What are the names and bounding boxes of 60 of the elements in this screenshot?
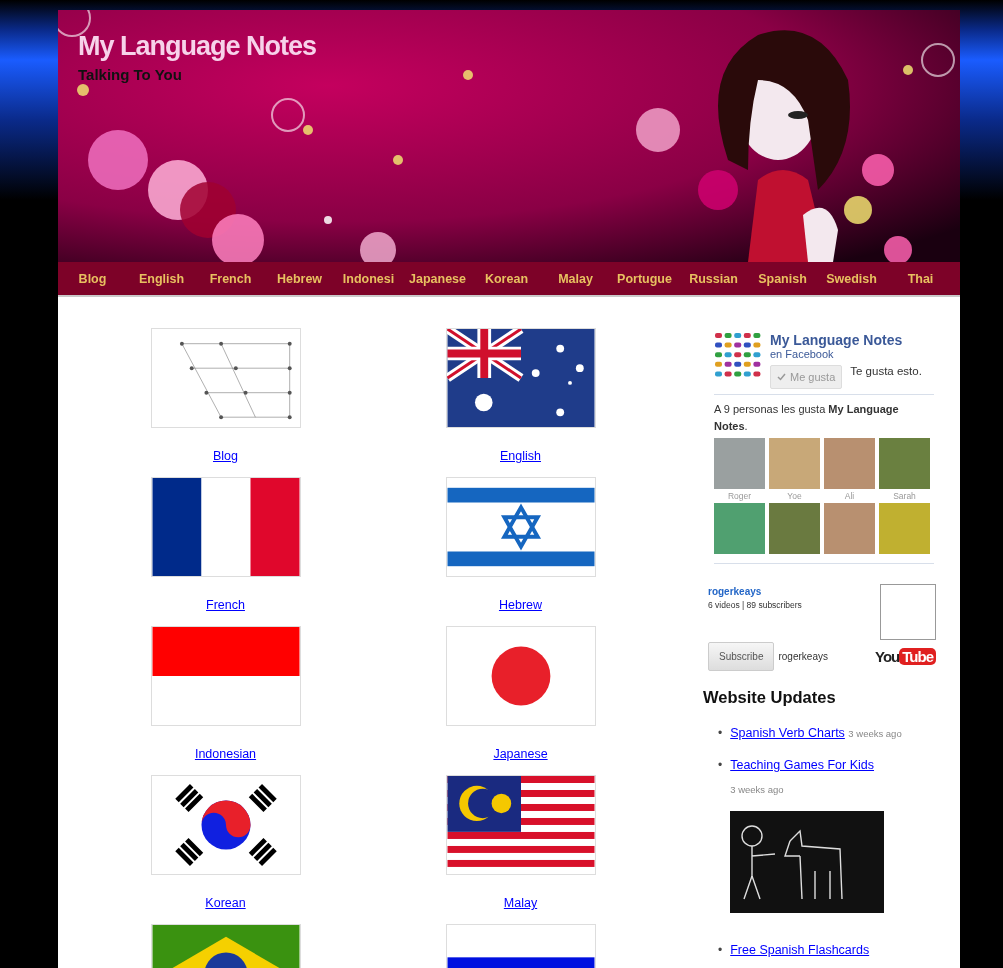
bullet-mark: • (718, 757, 723, 775)
language-link[interactable]: Blog (213, 447, 238, 465)
update-time: 3 weeks ago (730, 783, 785, 797)
nav-link[interactable]: Indonesi (334, 262, 403, 295)
site-tagline: Talking To You (78, 65, 182, 85)
photo-placeholder (879, 503, 930, 554)
channel-name: rogerkeays (778, 649, 828, 664)
flag-drawing[interactable] (445, 775, 596, 875)
language-link[interactable]: English (500, 447, 541, 465)
language-link[interactable]: Japanese (493, 745, 548, 763)
photo-placeholder (714, 503, 765, 554)
youtube-logo: You Tube (875, 648, 936, 665)
bullet-mark: • (718, 942, 723, 960)
nav-link[interactable]: Korean (472, 262, 541, 295)
photo-placeholder (879, 438, 930, 489)
photo-placeholder (714, 438, 765, 489)
language-link[interactable]: French (206, 596, 245, 614)
update-time: 3 weeks ago (848, 727, 902, 739)
site-title[interactable]: My Language Notes (78, 30, 317, 63)
check-icon (777, 373, 786, 381)
fan-name: Roger (726, 490, 753, 503)
language-link[interactable]: Indonesian (194, 745, 257, 763)
language-link[interactable]: Malay (503, 894, 538, 912)
page-name-link[interactable]: My Language Notes (770, 332, 922, 348)
nav-link[interactable]: Blog (58, 262, 127, 295)
nav-link[interactable]: Thai (886, 262, 955, 295)
channel-link[interactable]: rogerkeays (708, 584, 828, 599)
photo-placeholder (769, 438, 820, 489)
like-count-text: A 9 personas les gusta My Language Notes. (714, 402, 900, 434)
video-thumbnail[interactable] (880, 584, 936, 640)
nav-link[interactable]: French (196, 262, 265, 295)
fan-name: Sarah (892, 490, 917, 503)
flag-drawing[interactable] (150, 477, 301, 577)
photo-placeholder (824, 438, 875, 489)
language-link[interactable]: Korean (205, 894, 246, 912)
nav-link[interactable]: Hebrew (265, 262, 334, 295)
nav-link[interactable]: Swedish (817, 262, 886, 295)
nav-link[interactable]: Portugue (610, 262, 679, 295)
fan-name: Ali (843, 490, 856, 503)
channel-stats: 6 videos | 89 subscribers (708, 599, 803, 612)
update-link[interactable]: Free Spanish Flashcards (730, 943, 870, 958)
section-heading: Website Updates (703, 686, 837, 708)
update-link[interactable]: Spanish Verb Charts (730, 725, 845, 740)
language-link[interactable]: Hebrew (498, 596, 543, 614)
bullet-mark: • (718, 724, 723, 742)
liked-text: Te gusta esto. (850, 365, 922, 378)
fan-name: Yoe (786, 490, 803, 503)
subscribe-button[interactable]: Subscribe (708, 641, 775, 671)
nav-link[interactable]: English (127, 262, 196, 295)
photo-placeholder (824, 503, 875, 554)
facebook-subtitle: en Facebook (770, 348, 835, 361)
update-link[interactable]: Teaching Games For Kids (730, 758, 874, 773)
photo-placeholder (769, 503, 820, 554)
flag-drawing[interactable] (445, 328, 596, 428)
nav-link[interactable]: Japanese (403, 262, 472, 295)
nav-link[interactable]: Russian (679, 262, 748, 295)
flag-drawing[interactable] (150, 775, 301, 875)
nav-link[interactable]: Malay (541, 262, 610, 295)
chalk-drawing[interactable] (730, 811, 885, 914)
nav-link[interactable]: Spanish (748, 262, 817, 295)
